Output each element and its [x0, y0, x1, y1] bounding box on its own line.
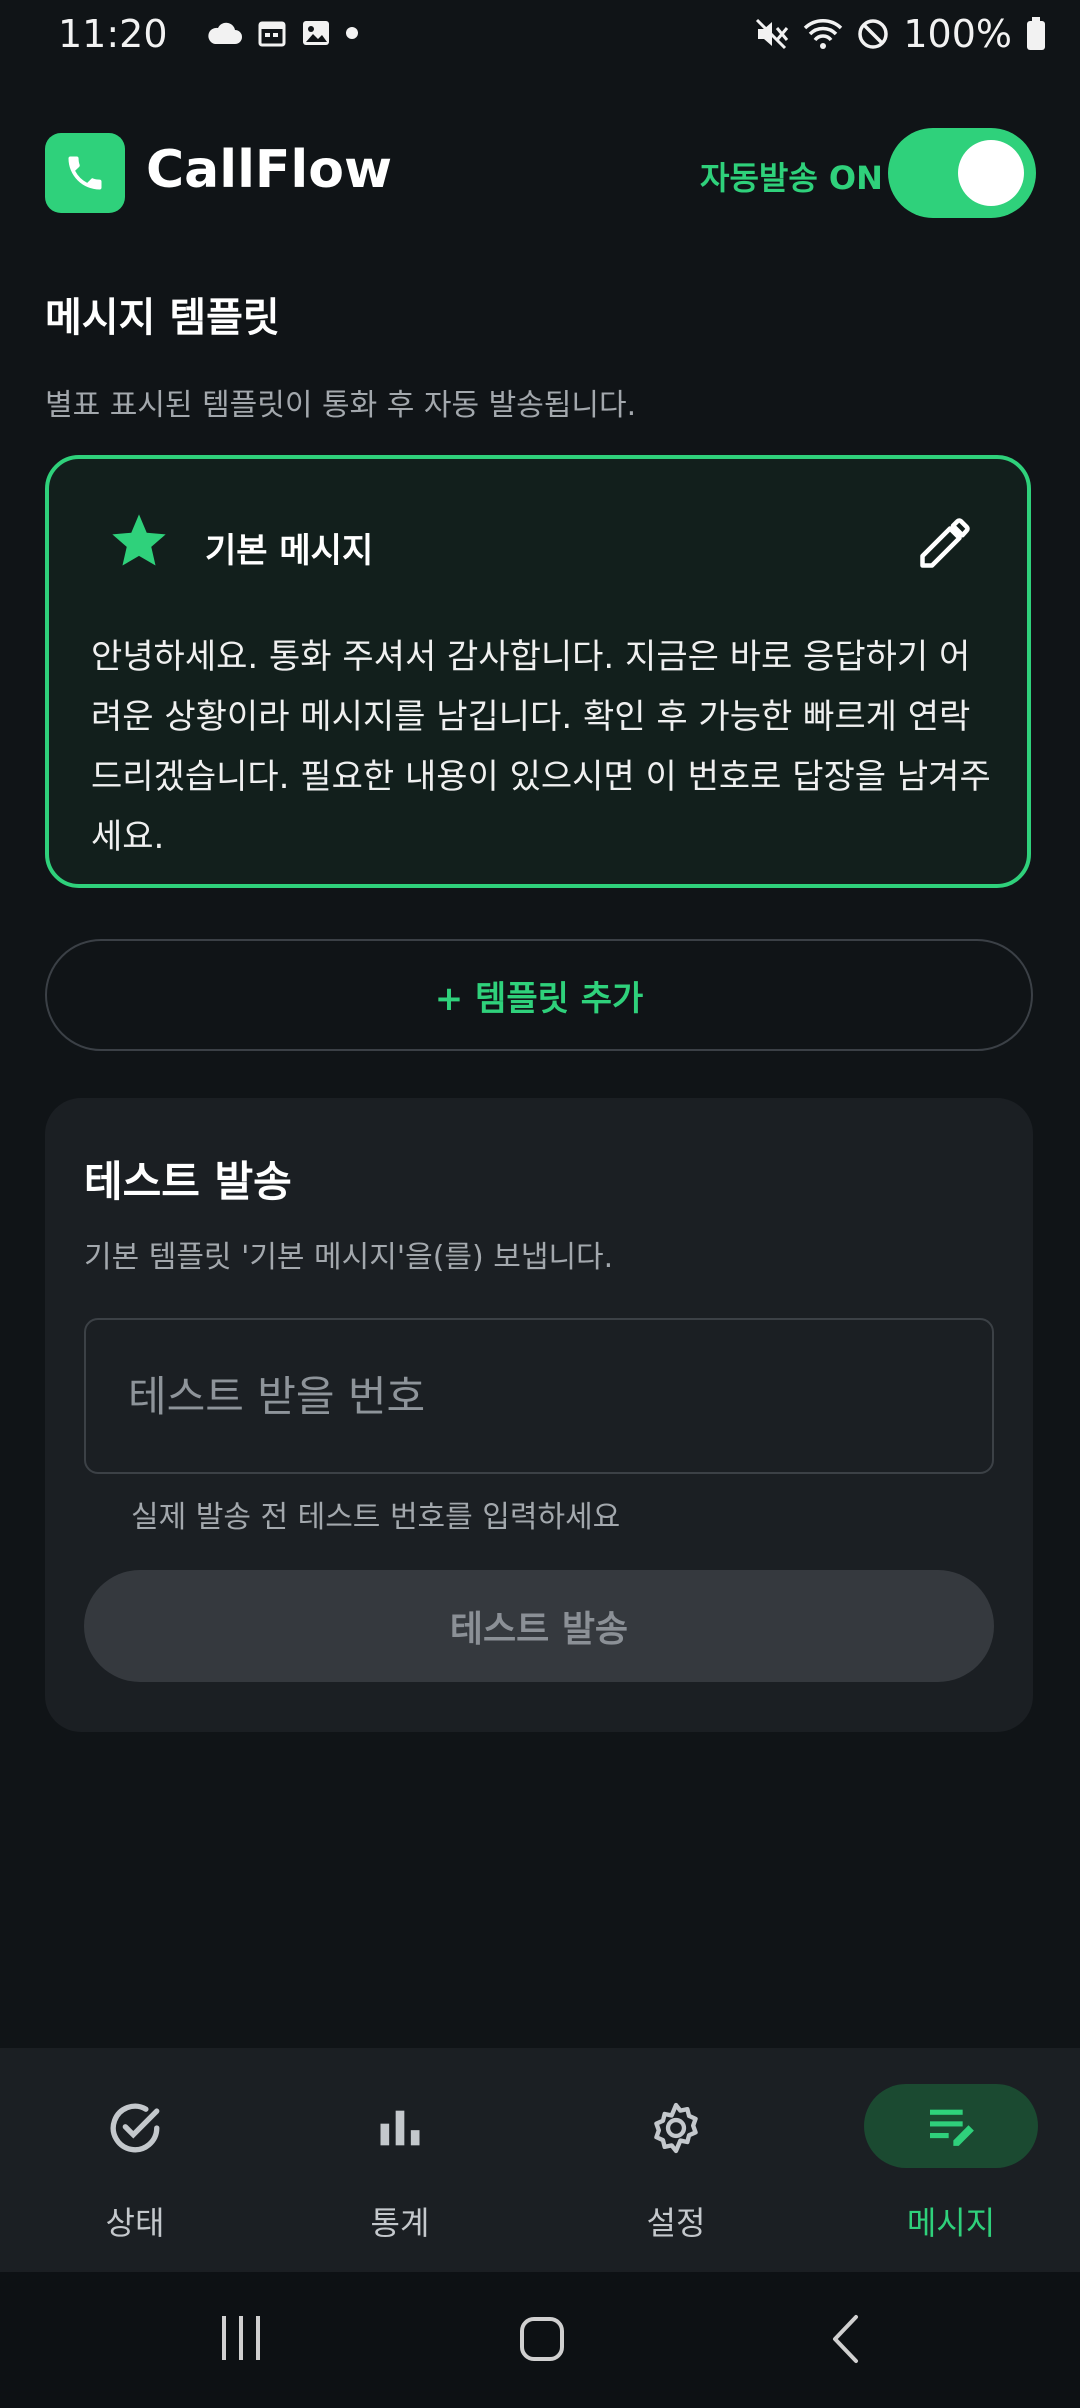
add-template-button[interactable]: + 템플릿 추가 — [45, 939, 1033, 1051]
edit-note-icon — [930, 2109, 974, 2146]
check-circle-icon — [110, 2103, 160, 2153]
edit-icon[interactable] — [915, 513, 975, 573]
test-send-panel: 테스트 발송 기본 템플릿 '기본 메시지'을(를) 보냅니다. 실제 발송 전… — [45, 1098, 1033, 1732]
nav-item-status[interactable]: 상태 — [0, 2048, 270, 2272]
status-bar: 11:20 100% — [0, 0, 1080, 72]
back-icon[interactable] — [830, 2314, 860, 2364]
cloud-icon — [208, 22, 242, 44]
wifi-icon — [804, 19, 843, 49]
home-icon[interactable] — [519, 2316, 565, 2362]
image-icon — [303, 21, 329, 45]
app-logo — [45, 133, 125, 213]
battery-percent: 100% — [903, 12, 1012, 56]
status-time: 11:20 — [58, 12, 168, 56]
recent-apps-icon[interactable] — [218, 2314, 264, 2362]
app-name: CallFlow — [146, 140, 393, 200]
auto-send-label: 자동발송 ON — [700, 159, 883, 197]
test-send-subtitle: 기본 템플릿 '기본 메시지'을(를) 보냅니다. — [84, 1240, 614, 1275]
nav-icon-wrap — [616, 2096, 736, 2160]
gear-icon — [654, 2102, 698, 2154]
template-body: 안녕하세요. 통화 주셔서 감사합니다. 지금은 바로 응답하기 어려운 상황이… — [91, 637, 991, 857]
section-title: 메시지 템플릿 — [45, 295, 280, 341]
calendar-icon — [258, 21, 286, 47]
test-send-title: 테스트 발송 — [84, 1157, 292, 1206]
template-title: 기본 메시지 — [205, 531, 374, 571]
battery-icon — [1027, 17, 1045, 50]
bar-chart-icon — [380, 2110, 420, 2146]
nav-item-stats[interactable]: 통계 — [265, 2048, 535, 2272]
section-subtitle: 별표 표시된 템플릿이 통화 후 자동 발송됩니다. — [45, 388, 637, 423]
test-send-button[interactable]: 테스트 발송 — [84, 1570, 994, 1682]
mute-icon — [756, 18, 789, 50]
test-phone-input[interactable] — [84, 1318, 994, 1474]
auto-send-toggle[interactable] — [888, 128, 1036, 218]
test-phone-hint: 실제 발송 전 테스트 번호를 입력하세요 — [131, 1500, 621, 1535]
toggle-knob — [958, 140, 1024, 206]
phone-icon — [68, 156, 102, 190]
star-icon[interactable] — [107, 509, 171, 573]
status-right: 100% — [755, 12, 1046, 56]
system-nav-bar — [0, 2272, 1080, 2408]
template-card[interactable]: 기본 메시지 안녕하세요. 통화 주셔서 감사합니다. 지금은 바로 응답하기 … — [45, 455, 1031, 888]
nav-icon-wrap — [75, 2096, 195, 2160]
nav-label-message: 메시지 — [906, 2204, 996, 2242]
nav-label-status: 상태 — [105, 2204, 165, 2242]
nav-item-settings[interactable]: 설정 — [541, 2048, 811, 2272]
nav-label-settings: 설정 — [646, 2204, 706, 2242]
nav-icon-wrap — [340, 2096, 460, 2160]
nav-item-message[interactable]: 메시지 — [816, 2048, 1080, 2272]
dot-icon — [346, 27, 358, 39]
status-left-icons — [205, 18, 359, 48]
nav-label-stats: 통계 — [370, 2204, 430, 2242]
do-not-disturb-icon — [858, 19, 889, 49]
bottom-nav: 상태 통계 설정 메시지 — [0, 2048, 1080, 2272]
nav-icon-wrap — [864, 2084, 1038, 2168]
